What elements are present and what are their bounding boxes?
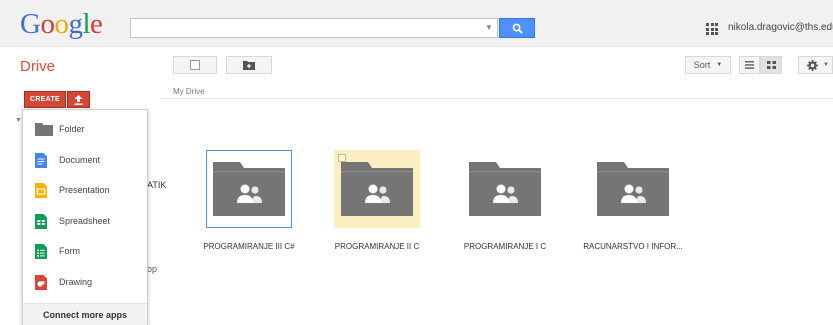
logo-letter: e [90, 8, 103, 40]
folder-thumbnail[interactable] [590, 150, 676, 228]
settings-button[interactable]: ▼ [798, 56, 833, 74]
folder-card[interactable]: PROGRAMIRANJE I C [462, 150, 548, 256]
chevron-down-icon: ▼ [485, 23, 493, 32]
folder-icon [35, 122, 53, 136]
app-title[interactable]: Drive [20, 58, 55, 75]
shared-folder-icon [597, 162, 669, 216]
folder-card[interactable]: PROGRAMIRANJE II C [334, 150, 420, 256]
logo-letter: G [20, 8, 41, 40]
menu-item-form[interactable]: Form [23, 236, 147, 266]
connect-more-apps-button[interactable]: Connect more apps [23, 303, 147, 325]
google-logo[interactable]: Google [20, 8, 103, 40]
folder-title[interactable]: PROGRAMIRANJE I C [437, 242, 573, 251]
folder-thumbnail[interactable] [334, 150, 420, 228]
menu-item-label: Form [59, 246, 80, 256]
sort-label: Sort [693, 60, 711, 70]
folder-title[interactable]: RACUNARSTVO I INFOR... [565, 242, 701, 251]
upload-icon [74, 94, 83, 105]
folder-title[interactable]: PROGRAMIRANJE III C# [181, 242, 317, 251]
menu-item-drawing[interactable]: Drawing [23, 267, 147, 297]
spreadsheet-icon [35, 213, 47, 229]
nav-item-fragment[interactable]: ATIK [147, 180, 166, 190]
document-icon [35, 152, 47, 168]
folder-title[interactable]: PROGRAMIRANJE II C [309, 242, 445, 251]
account-email[interactable]: nikola.dragovic@ths.edu.rs [728, 22, 833, 33]
folder-checkbox[interactable] [338, 154, 346, 162]
presentation-icon [35, 182, 47, 198]
logo-letter: o [54, 8, 69, 40]
select-all-button[interactable] [173, 56, 217, 74]
folder-card[interactable]: PROGRAMIRANJE III C# [203, 150, 295, 256]
shared-folder-icon [469, 162, 541, 216]
menu-item-label: Document [59, 155, 101, 165]
new-folder-button[interactable] [226, 56, 272, 74]
menu-item-label: Presentation [59, 185, 110, 195]
logo-letter: l [82, 8, 91, 40]
list-view-button[interactable] [739, 56, 760, 74]
menu-item-label: Spreadsheet [59, 216, 111, 226]
menu-item-label: Folder [59, 124, 85, 134]
search-icon [512, 23, 523, 34]
shared-folder-icon [341, 162, 413, 216]
menu-item-presentation[interactable]: Presentation [23, 175, 147, 205]
nav-item-fragment[interactable]: op [147, 264, 157, 274]
menu-item-document[interactable]: Document [23, 145, 147, 175]
list-view-icon [745, 61, 754, 69]
divider [160, 98, 833, 99]
grid-view-button[interactable] [760, 56, 782, 74]
menu-item-folder[interactable]: Folder [23, 114, 147, 144]
drawing-icon [35, 274, 47, 290]
folder-thumbnail[interactable] [206, 150, 292, 228]
chevron-down-icon: ▼ [823, 62, 829, 68]
create-menu: Folder Document Presentation Spreadsheet… [22, 109, 148, 325]
logo-letter: o [40, 8, 55, 40]
folder-thumbnail[interactable] [462, 150, 548, 228]
sort-button[interactable]: Sort ▼ [685, 56, 731, 74]
new-folder-icon [243, 61, 255, 70]
search-options-dropdown[interactable]: ▼ [480, 18, 498, 38]
create-button[interactable]: CREATE [24, 91, 66, 108]
form-icon [35, 243, 47, 259]
gear-icon [807, 59, 818, 71]
chevron-down-icon: ▼ [716, 62, 723, 68]
menu-item-label: Drawing [59, 277, 93, 287]
logo-letter: g [68, 8, 83, 40]
search-input[interactable] [130, 18, 498, 38]
checkbox-icon [190, 60, 200, 70]
upload-button[interactable] [67, 91, 90, 108]
search-button[interactable] [499, 18, 535, 38]
breadcrumb[interactable]: My Drive [173, 87, 205, 96]
grid-view-icon [766, 61, 776, 69]
folder-card[interactable]: RACUNARSTVO I INFOR... [583, 150, 683, 256]
nav-expand-icon[interactable]: ▼ [15, 117, 22, 124]
shared-folder-icon [213, 162, 285, 216]
menu-item-spreadsheet[interactable]: Spreadsheet [23, 206, 147, 236]
apps-grid-icon[interactable] [706, 23, 718, 35]
